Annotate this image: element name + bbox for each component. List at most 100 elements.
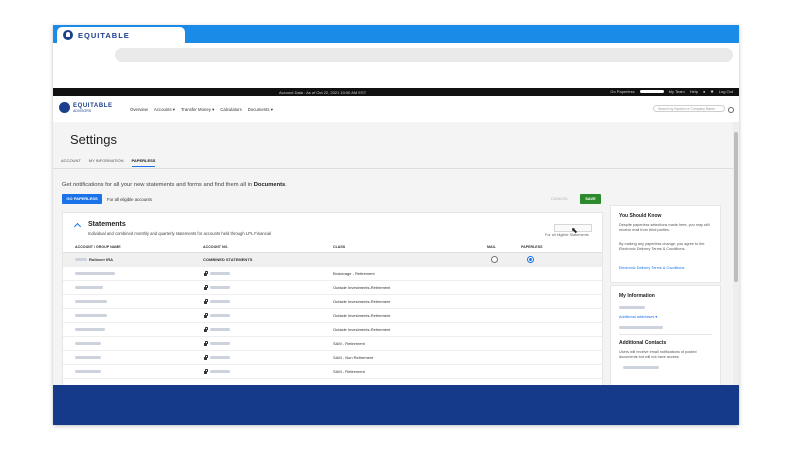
main-nav: EQUITABLE ADVISORS Overview Accounts ▾ T… [53, 96, 739, 123]
redacted-account-no [210, 328, 230, 331]
statements-title: Statements [88, 221, 126, 228]
paperless-radio[interactable] [527, 256, 534, 263]
additional-addresses-link[interactable]: Additional addresses ▾ [619, 314, 657, 319]
combined-account-name: Rollover IRA [89, 257, 114, 262]
row-class: Brokerage - Retirement [333, 271, 375, 276]
redacted-name [75, 272, 115, 275]
table-header: ACCOUNT / GROUP NAME ACCOUNT NO. CLASS M… [63, 243, 602, 253]
save-button[interactable]: SAVE [580, 194, 601, 204]
col-account-no: ACCOUNT NO. [203, 245, 229, 249]
redacted-contact [623, 366, 659, 369]
tabs-divider [53, 168, 733, 169]
for-all-statements-text: For all eligible Statements [545, 233, 589, 237]
redacted-name [75, 342, 101, 345]
nav-item-calculators[interactable]: Calculators [220, 107, 242, 113]
row-class: Outside Investments-Retirement [333, 285, 391, 290]
eligible-accounts-text: For all eligible accounts [107, 197, 152, 202]
redacted-name [75, 300, 107, 303]
settings-page: Settings ACCOUNT MY INFORMATION PAPERLES… [53, 122, 739, 387]
address-bar[interactable] [115, 48, 733, 62]
table-row: SAM - Retirement [63, 365, 602, 379]
equitable-mark-icon [59, 102, 70, 113]
my-information-panel: My Information Additional addresses ▾ Ad… [610, 285, 721, 387]
paperless-notice: Get notifications for all your new state… [62, 182, 287, 188]
tab-my-information[interactable]: MY INFORMATION [89, 158, 124, 167]
nav-item-documents[interactable]: Documents ▾ [248, 107, 273, 113]
lock-icon [204, 355, 208, 360]
row-class: SAM - Retirement [333, 341, 365, 346]
chevron-up-icon[interactable] [73, 222, 82, 231]
lock-icon [204, 271, 208, 276]
table-row: Outside Investments-Retirement [63, 281, 602, 295]
row-class: SAM - Non Retirement [333, 355, 374, 360]
utility-bar: Account Data : As of Oct 22, 2021 10:00 … [53, 88, 739, 96]
redacted-account-no [210, 356, 230, 359]
redacted-user-name [619, 306, 645, 309]
col-paperless: PAPERLESS [521, 245, 543, 249]
redacted-account-no [210, 370, 230, 373]
table-row: SAM - Non Retirement [63, 351, 602, 365]
additional-contacts-text: Users will receive email notifications o… [619, 350, 697, 359]
search-input[interactable]: Search by Symbol or Company Name [653, 105, 725, 112]
my-information-title: My Information [619, 293, 655, 299]
lock-icon [204, 327, 208, 332]
redacted-name [75, 370, 101, 373]
table-row: Outside Investments-Retirement [63, 309, 602, 323]
my-team-link[interactable]: My Team [669, 89, 685, 94]
redacted-text [75, 258, 87, 261]
tab-paperless[interactable]: PAPERLESS [131, 158, 156, 167]
browser-tabstrip: EQUITABLE [53, 25, 739, 43]
lock-icon [204, 341, 208, 346]
go-paperless-button[interactable]: GO PAPERLESS [62, 194, 102, 204]
col-class: CLASS [333, 245, 346, 249]
table-row: Outside Investments-Retirement [63, 295, 602, 309]
redacted-account-no [210, 286, 230, 289]
lock-icon [204, 369, 208, 374]
account-data-timestamp: Account Data : As of Oct 22, 2021 10:00 … [279, 90, 367, 95]
lock-icon [204, 285, 208, 290]
lock-icon [204, 299, 208, 304]
you-should-know-title: You Should Know [619, 213, 662, 219]
page-title: Settings [70, 132, 117, 147]
help-link[interactable]: Help [690, 89, 698, 94]
paperless-progress-bar [639, 90, 664, 93]
footer-bar [53, 385, 739, 425]
nav-item-overview[interactable]: Overview [130, 107, 148, 113]
nav-item-transfer-money[interactable]: Transfer Money ▾ [181, 107, 214, 113]
search-icon[interactable] [728, 107, 734, 113]
browser-toolbar [53, 43, 739, 88]
brand-logo[interactable]: EQUITABLE ADVISORS [59, 102, 113, 113]
go-paperless-link[interactable]: Go Paperless [610, 89, 634, 94]
logout-link[interactable]: Log Out [719, 89, 733, 94]
redacted-account-no [210, 300, 230, 303]
additional-contacts-title: Additional Contacts [619, 340, 667, 346]
cancel-button[interactable]: CANCEL [551, 197, 569, 201]
table-row: Brokerage - Retirement [63, 267, 602, 281]
terms-conditions-link[interactable]: Electronic Delivery Terms & Conditions [619, 266, 684, 270]
scrollbar-thumb[interactable] [734, 132, 738, 282]
lock-icon [204, 313, 208, 318]
table-row: Outside Investments-Retirement [63, 323, 602, 337]
you-should-know-text-1: Despite paperless selections made here, … [619, 223, 710, 232]
col-account-name: ACCOUNT / GROUP NAME [75, 245, 121, 249]
gear-icon[interactable]: ✹ [710, 89, 713, 94]
redacted-email [619, 326, 663, 329]
tab-title: EQUITABLE [78, 30, 130, 40]
mail-radio[interactable] [491, 256, 498, 263]
row-class: Outside Investments-Retirement [333, 299, 391, 304]
you-should-know-text-2: By making any paperless change, you agre… [619, 242, 705, 251]
bell-icon[interactable]: ● [703, 89, 705, 94]
browser-tab[interactable]: EQUITABLE [57, 27, 185, 43]
redacted-name [75, 314, 107, 317]
nav-item-accounts[interactable]: Accounts ▾ [154, 107, 175, 113]
brand-subtitle: ADVISORS [73, 108, 92, 113]
you-should-know-panel: You Should Know Despite paperless select… [610, 205, 721, 283]
panel-divider [619, 334, 712, 335]
tab-account[interactable]: ACCOUNT [61, 158, 81, 167]
statements-card: Statements Individual and combined month… [62, 212, 603, 387]
brand-name: EQUITABLE [73, 102, 113, 109]
nav-menu: Overview Accounts ▾ Transfer Money ▾ Cal… [130, 107, 273, 113]
row-class: Outside Investments-Retirement [333, 313, 391, 318]
col-mail: MAIL [487, 245, 496, 249]
browser-window: EQUITABLE Account Data : As of Oct 22, 2… [53, 25, 739, 425]
